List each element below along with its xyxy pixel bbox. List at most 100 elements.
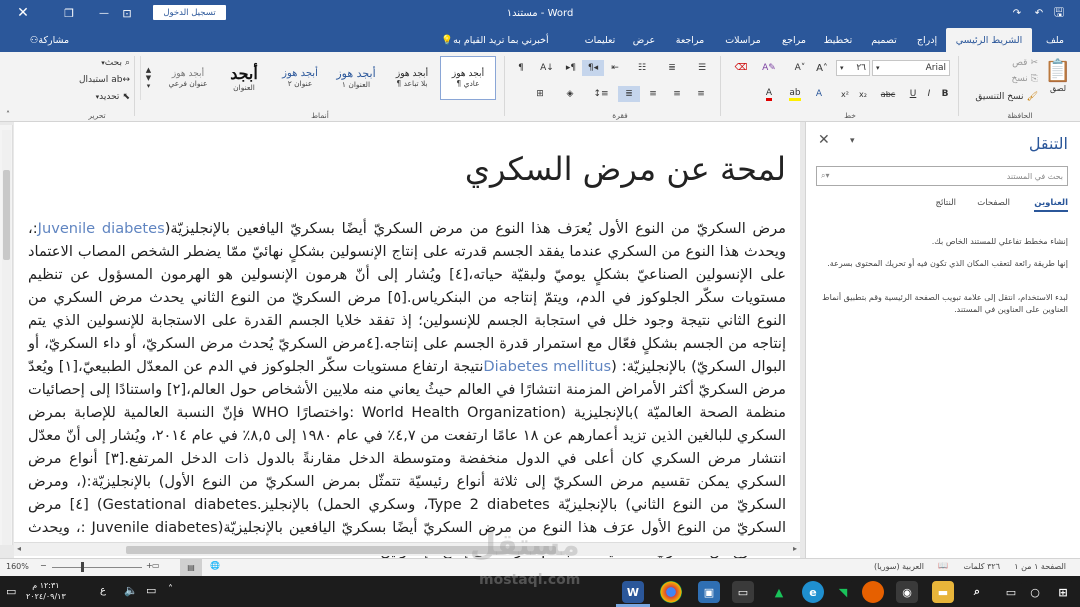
- network-icon[interactable]: ▭: [146, 584, 156, 597]
- bullets-button[interactable]: ☰: [688, 60, 716, 76]
- zoom-slider-thumb[interactable]: [81, 562, 84, 572]
- tab-layout[interactable]: تخطيط: [818, 28, 858, 52]
- style-title[interactable]: أبجد العنوان: [216, 56, 272, 100]
- tab-file[interactable]: ملف: [1036, 28, 1074, 52]
- font-color-button[interactable]: A: [758, 86, 780, 102]
- ribbon-display-button[interactable]: ⊡: [116, 0, 138, 26]
- collapse-ribbon-button[interactable]: ˄: [2, 108, 14, 120]
- text-effects-dropdown[interactable]: A: [808, 86, 830, 102]
- style-heading-2[interactable]: أبجد هوز عنوان ٢: [272, 56, 328, 100]
- share-button[interactable]: ⚇ مشاركة: [16, 28, 80, 52]
- styles-scroll[interactable]: ▲ ▼ ▾: [140, 56, 156, 100]
- find-button[interactable]: ▾ بحث ⌕: [70, 56, 130, 70]
- notification-icon[interactable]: ▭: [6, 585, 16, 598]
- redo-button[interactable]: ↷: [1006, 0, 1028, 26]
- align-right-button[interactable]: ≡: [690, 86, 712, 102]
- camera-icon[interactable]: ◉: [896, 581, 918, 603]
- ltr-button[interactable]: ▸¶: [560, 60, 582, 76]
- language-indicator[interactable]: العربية (سوريا): [874, 562, 924, 571]
- horizontal-scrollbar[interactable]: ◂ ▸: [14, 542, 800, 556]
- tab-home[interactable]: الشريط الرئيسي: [946, 28, 1032, 52]
- tab-design[interactable]: تصميم: [862, 28, 906, 52]
- tab-insert[interactable]: إدراج: [910, 28, 944, 52]
- close-button[interactable]: ✕: [0, 0, 46, 26]
- clock[interactable]: ١٢:٣١ م ٢٠٢٤/٠٩/١٣: [26, 580, 66, 602]
- justify-button[interactable]: ≣: [618, 86, 640, 102]
- signin-button[interactable]: تسجيل الدخول: [153, 5, 226, 20]
- style-heading-1[interactable]: أبجد هوز العنوان ١: [328, 56, 384, 100]
- nav-options-icon[interactable]: ▾: [850, 136, 855, 146]
- nav-tab-headings[interactable]: العناوين: [1034, 198, 1068, 212]
- read-mode-icon[interactable]: ▭: [152, 561, 160, 570]
- tab-references[interactable]: مراجع: [774, 28, 814, 52]
- highlight-button[interactable]: ab: [784, 86, 806, 102]
- sort-button[interactable]: A↓: [536, 60, 558, 76]
- word-count[interactable]: ٣٢٦ كلمات: [964, 562, 1000, 571]
- search-dropdown-icon[interactable]: ⌕▾: [821, 171, 830, 181]
- line-spacing-button[interactable]: ↕≡: [586, 86, 616, 102]
- superscript-button[interactable]: x²: [836, 86, 854, 102]
- task-view-icon[interactable]: ▭: [1000, 581, 1022, 603]
- tell-me-search[interactable]: 💡 أخبرني بما تريد القيام به: [410, 28, 576, 52]
- cortana-icon[interactable]: ○: [1024, 581, 1046, 603]
- file-explorer-icon[interactable]: ▬: [932, 581, 954, 603]
- app-green-icon[interactable]: ◥: [832, 581, 854, 603]
- italic-button[interactable]: I: [922, 86, 936, 102]
- window-app-icon[interactable]: ▭: [732, 581, 754, 603]
- app-triangle-icon[interactable]: ▲: [768, 581, 790, 603]
- scroll-right-icon[interactable]: ▸: [793, 544, 797, 553]
- word-taskbar-icon[interactable]: W: [622, 581, 644, 603]
- chrome-icon[interactable]: [660, 581, 682, 603]
- nav-tab-results[interactable]: النتائج: [935, 198, 956, 208]
- replace-button[interactable]: استبدال ab↔: [70, 73, 130, 87]
- document-body[interactable]: مرض السكريّ من النوع الأول يُعرَف هذا ال…: [28, 217, 786, 558]
- font-name-select[interactable]: ▾ Arial: [872, 60, 950, 76]
- proofing-icon[interactable]: 📖: [938, 561, 948, 570]
- multilevel-list-button[interactable]: ☷: [628, 60, 656, 76]
- vertical-scroll-thumb[interactable]: [3, 170, 10, 260]
- firefox-icon[interactable]: [862, 581, 884, 603]
- align-center-button[interactable]: ≡: [666, 86, 688, 102]
- nav-search-box[interactable]: بحث في المستند ⌕▾: [816, 166, 1068, 186]
- borders-button[interactable]: ⊞: [526, 86, 554, 102]
- page-count[interactable]: الصفحة ١ من ١: [1014, 562, 1066, 571]
- rtl-button[interactable]: ¶◂: [582, 60, 604, 76]
- print-layout-icon[interactable]: ▤: [180, 559, 202, 576]
- save-button[interactable]: 🖫: [1048, 0, 1070, 26]
- input-language-indicator[interactable]: ع: [100, 585, 106, 596]
- bold-button[interactable]: B: [938, 86, 952, 102]
- nav-tab-pages[interactable]: الصفحات: [977, 198, 1010, 208]
- grow-font-button[interactable]: A˄: [812, 60, 832, 76]
- zoom-percent[interactable]: 160%: [6, 562, 29, 571]
- subscript-button[interactable]: x₂: [854, 86, 872, 102]
- numbering-button[interactable]: ≣: [658, 60, 686, 76]
- paste-button[interactable]: 📋 لصق: [1040, 56, 1076, 96]
- start-icon[interactable]: ⊞: [1052, 581, 1074, 603]
- search-taskbar-icon[interactable]: ⌕: [966, 581, 988, 603]
- copy-button[interactable]: نسخ ⎘: [996, 72, 1038, 86]
- web-layout-icon[interactable]: 🌐: [210, 561, 220, 570]
- minimize-button[interactable]: —: [92, 0, 116, 26]
- photos-icon[interactable]: ▣: [698, 581, 720, 603]
- select-button[interactable]: ▾ تحديد ⬉: [70, 90, 130, 104]
- nav-close-icon[interactable]: ✕: [818, 132, 830, 148]
- tab-review[interactable]: مراجعة: [668, 28, 712, 52]
- style-subtitle[interactable]: أبجد هوز عنوان فرعي: [160, 56, 216, 100]
- style-no-spacing[interactable]: أبجد هوز ¶ بلا تباعد: [384, 56, 440, 100]
- underline-button[interactable]: U: [906, 86, 920, 102]
- undo-button[interactable]: ↶: [1028, 0, 1050, 26]
- strikethrough-button[interactable]: abc: [874, 86, 902, 102]
- document-page[interactable]: لمحة عن مرض السكري مرض السكريّ من النوع …: [14, 122, 800, 558]
- restore-button[interactable]: ❐: [46, 0, 92, 26]
- tab-mailings[interactable]: مراسلات: [716, 28, 770, 52]
- tab-help[interactable]: تعليمات: [578, 28, 622, 52]
- zoom-out-icon[interactable]: −: [40, 561, 47, 570]
- scroll-left-icon[interactable]: ◂: [17, 544, 21, 553]
- style-normal[interactable]: أبجد هوز ¶ عادي: [440, 56, 496, 100]
- font-size-select[interactable]: ▾ ٢٦: [836, 60, 870, 76]
- tray-chevron-icon[interactable]: ˄: [168, 584, 173, 595]
- align-left-button[interactable]: ≡: [642, 86, 664, 102]
- document-title-text[interactable]: لمحة عن مرض السكري: [465, 150, 786, 188]
- volume-icon[interactable]: 🔈: [124, 584, 138, 597]
- shrink-font-button[interactable]: A˅: [790, 60, 810, 76]
